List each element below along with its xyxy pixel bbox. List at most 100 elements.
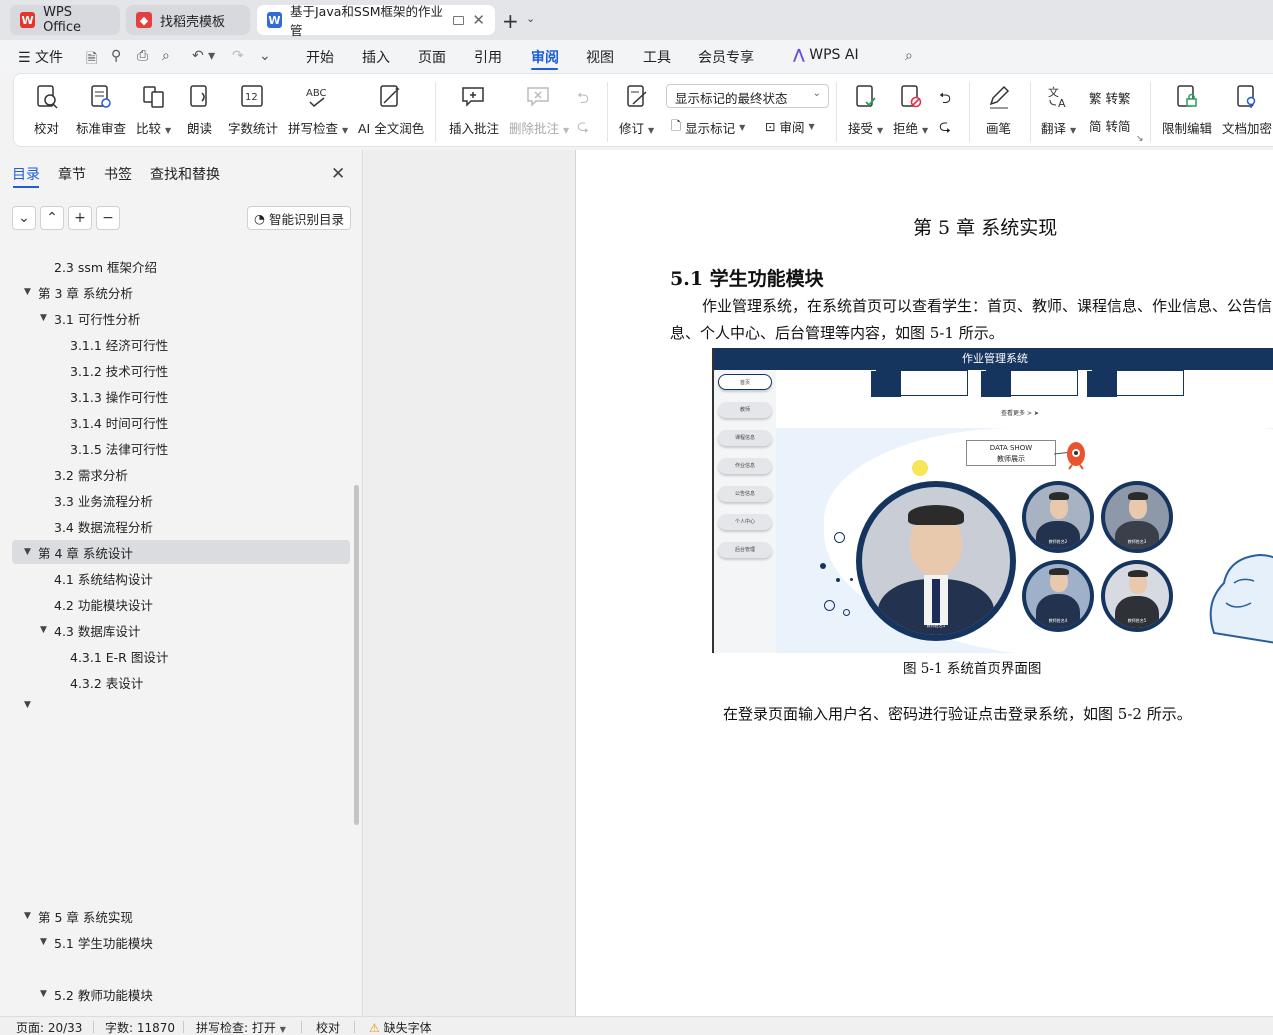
toc-item[interactable]: 3.1.5 法律可行性 bbox=[56, 436, 168, 460]
more-quick-access-icon[interactable]: ⌄ bbox=[259, 48, 271, 64]
expand-arrow-icon[interactable]: ▼ bbox=[24, 911, 38, 921]
word-count-indicator[interactable]: 字数: 11870 bbox=[105, 1019, 175, 1035]
show-markup-button[interactable]: 🗋 显示标记 ▼ bbox=[671, 117, 745, 138]
cursor-highlight bbox=[912, 460, 928, 476]
export-icon[interactable]: ⚲ bbox=[111, 48, 121, 64]
nav-tab-sections[interactable]: 章节 bbox=[58, 164, 86, 184]
expand-arrow-icon[interactable]: ▼ bbox=[24, 547, 38, 557]
menu-view[interactable]: 视图 bbox=[586, 47, 614, 67]
ai-polish-button[interactable]: ✦ AI 全文润色 bbox=[358, 82, 424, 137]
ribbon-expand-icon[interactable]: ↘ bbox=[1136, 134, 1144, 144]
spell-check-button[interactable]: ABC 拼写检查 ▼ bbox=[288, 82, 348, 137]
toc-item[interactable]: 4.3.1 E-R 图设计 bbox=[56, 644, 168, 668]
word-count-button[interactable]: 12 字数统计 bbox=[228, 82, 278, 137]
menu-wps-ai[interactable]: ⋀ WPS AI bbox=[793, 47, 859, 63]
toc-item[interactable]: 3.1.2 技术可行性 bbox=[56, 358, 168, 382]
menu-page[interactable]: 页面 bbox=[418, 47, 446, 67]
tab-docer[interactable]: ◆ 找稻壳模板 bbox=[126, 5, 250, 35]
markup-display-select[interactable]: 显示标记的最终状态 ⌄ bbox=[666, 84, 829, 108]
print-preview-icon[interactable]: ⌕ bbox=[162, 48, 170, 64]
tab-wps-office[interactable]: W WPS Office bbox=[10, 5, 120, 35]
add-heading-button[interactable]: + bbox=[68, 206, 92, 230]
toc-item[interactable]: 2.3 ssm 框架介绍 bbox=[40, 254, 157, 278]
next-change-icon[interactable]: ⮎ bbox=[939, 116, 951, 141]
menu-insert[interactable]: 插入 bbox=[362, 47, 390, 67]
menu-tools[interactable]: 工具 bbox=[643, 47, 671, 67]
document-page[interactable]: 第 5 章 系统实现 5.1 学生功能模块 作业管理系统，在系统首页可以查看学生… bbox=[575, 150, 1273, 1016]
page-indicator[interactable]: 页面: 20/33 bbox=[16, 1019, 82, 1035]
toc-item[interactable]: ▼ 第 3 章 系统分析 bbox=[24, 280, 133, 304]
toc-item[interactable]: 3.1.3 操作可行性 bbox=[56, 384, 168, 408]
read-aloud-button[interactable]: 朗读 bbox=[187, 82, 212, 137]
track-changes-button[interactable]: 修订 ▼ bbox=[619, 82, 654, 137]
toc-item[interactable]: 3.4 数据流程分析 bbox=[40, 514, 153, 538]
toc-item[interactable]: 3.1.1 经济可行性 bbox=[56, 332, 168, 356]
search-icon[interactable]: ⌕ bbox=[905, 48, 913, 64]
toc-item[interactable]: ▼ 3.1 可行性分析 bbox=[40, 306, 140, 330]
pen-button[interactable]: 画笔 bbox=[986, 82, 1011, 137]
toc-item[interactable]: 4.3.2 表设计 bbox=[56, 670, 143, 694]
proofread-button[interactable]: 校对 bbox=[34, 82, 59, 137]
toc-item-label: 4.2 功能模块设计 bbox=[54, 597, 153, 613]
to-traditional-button[interactable]: 繁 转繁 bbox=[1089, 88, 1131, 107]
smart-toc-button[interactable]: ◔ 智能识别目录 bbox=[247, 206, 351, 230]
doc-encrypt-icon bbox=[1235, 82, 1259, 112]
expand-arrow-icon[interactable]: ▼ bbox=[40, 937, 54, 947]
toc-item[interactable]: 4.1 系统结构设计 bbox=[40, 566, 153, 590]
toc-item[interactable]: 3.2 需求分析 bbox=[40, 462, 128, 486]
nav-tab-bookmarks[interactable]: 书签 bbox=[104, 164, 132, 184]
close-tab-icon[interactable]: ✕ bbox=[472, 11, 485, 29]
nav-tab-toc[interactable]: 目录 bbox=[12, 164, 40, 184]
proof-status[interactable]: 校对 bbox=[316, 1019, 340, 1035]
expand-arrow-icon[interactable]: ▼ bbox=[40, 625, 54, 635]
save-icon[interactable]: 🗎 bbox=[86, 48, 97, 72]
expand-arrow-icon[interactable]: ▼ bbox=[24, 287, 38, 297]
expand-down-button[interactable]: ⌄ bbox=[12, 206, 36, 230]
standard-review-button[interactable]: 标准审查 bbox=[76, 82, 126, 137]
new-tab-icon[interactable]: + bbox=[502, 9, 519, 33]
menu-file[interactable]: ☰ 文件 bbox=[18, 47, 63, 67]
spell-check-status[interactable]: 拼写检查: 打开 ▼ bbox=[196, 1019, 286, 1035]
next-comment-icon[interactable]: ⮎ bbox=[577, 116, 589, 141]
to-simplified-button[interactable]: 简 转简 bbox=[1089, 116, 1131, 135]
toc-item[interactable]: ▼ 4.3 数据库设计 bbox=[40, 618, 140, 642]
expand-arrow-icon[interactable]: ▼ bbox=[40, 313, 54, 323]
restrict-edit-button[interactable]: 限制编辑 bbox=[1162, 82, 1212, 137]
tab-list-chevron-icon[interactable]: ⌄ bbox=[526, 12, 535, 25]
missing-font-status[interactable]: ⚠ 缺失字体 bbox=[369, 1019, 432, 1035]
previous-change-icon[interactable]: ⮌ bbox=[939, 88, 951, 113]
accept-label: 接受 ▼ bbox=[848, 118, 883, 137]
previous-comment-icon[interactable]: ⮌ bbox=[577, 88, 589, 113]
missing-font-text: 缺失字体 bbox=[383, 1021, 432, 1035]
toc-item[interactable]: ▼ 5.1 学生功能模块 bbox=[40, 930, 153, 954]
redo-icon[interactable]: ↷ bbox=[232, 48, 244, 64]
nav-scrollbar[interactable] bbox=[354, 485, 359, 825]
collapse-up-button[interactable]: ⌃ bbox=[40, 206, 64, 230]
review-pane-button[interactable]: ⊡ 审阅 ▼ bbox=[765, 117, 815, 136]
print-icon[interactable]: ⎙ bbox=[137, 48, 148, 64]
toc-item[interactable]: ▼ 第 5 章 系统实现 bbox=[24, 904, 133, 928]
close-icon[interactable]: ✕ bbox=[331, 164, 345, 184]
remove-heading-button[interactable]: − bbox=[96, 206, 120, 230]
insert-comment-button[interactable]: 插入批注 bbox=[449, 82, 499, 137]
translate-button[interactable]: 文A 翻译 ▼ bbox=[1041, 82, 1076, 137]
nav-tab-find-replace[interactable]: 查找和替换 bbox=[150, 164, 220, 184]
compare-button[interactable]: 比较 ▼ bbox=[136, 82, 171, 137]
toc-item[interactable]: 3.3 业务流程分析 bbox=[40, 488, 153, 512]
tab-document[interactable]: W 基于Java和SSM框架的作业管 ✕ bbox=[257, 4, 495, 38]
toc-item[interactable]: 3.1.4 时间可行性 bbox=[56, 410, 168, 434]
menu-start[interactable]: 开始 bbox=[306, 47, 334, 67]
toc-item[interactable]: 4.2 功能模块设计 bbox=[40, 592, 153, 616]
accept-button[interactable]: 接受 ▼ bbox=[848, 82, 883, 137]
doc-encrypt-button[interactable]: 文档加密 bbox=[1222, 82, 1272, 137]
toc-item[interactable]: ▼ 第 4 章 系统设计 bbox=[24, 540, 133, 564]
menu-review[interactable]: 审阅 bbox=[531, 47, 559, 67]
reject-button[interactable]: 拒绝 ▼ bbox=[893, 82, 928, 137]
toc-item[interactable]: ▼ 5.2 教师功能模块 bbox=[40, 982, 153, 1006]
menu-references[interactable]: 引用 bbox=[474, 47, 502, 67]
collapsed-arrow-icon[interactable]: ▼ bbox=[24, 700, 31, 710]
menu-member[interactable]: 会员专享 bbox=[698, 47, 754, 67]
delete-comment-button[interactable]: 删除批注 ▼ bbox=[509, 82, 569, 137]
expand-arrow-icon[interactable]: ▼ bbox=[40, 989, 54, 999]
undo-icon[interactable]: ↶ ▾ bbox=[192, 48, 215, 64]
